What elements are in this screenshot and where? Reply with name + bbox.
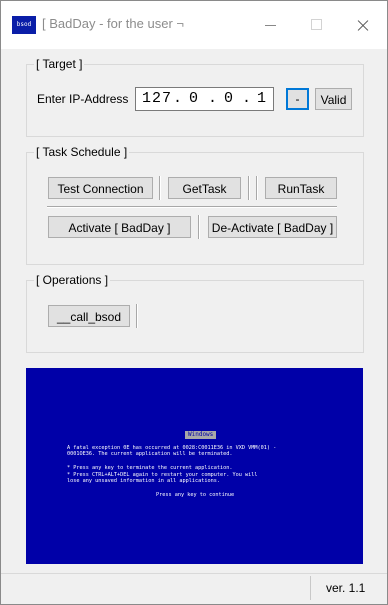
ip-dot: . — [242, 90, 252, 107]
operations-legend: [ Operations ] — [34, 273, 111, 287]
bsod-preview: Windows A fatal exception 0E has occurre… — [26, 368, 363, 564]
ip-address-label: Enter IP-Address — [37, 92, 129, 106]
bsod-text-line: * Press any key to terminate the current… — [67, 465, 233, 471]
ip-dot: . — [208, 90, 218, 107]
separator — [256, 176, 258, 200]
call-bsod-button[interactable]: __call_bsod — [48, 305, 130, 327]
separator — [47, 206, 337, 208]
deactivate-button[interactable]: De-Activate [ BadDay ] — [208, 216, 337, 238]
ip-dot: . — [173, 90, 183, 107]
ip-octet-2[interactable]: 0 — [189, 90, 199, 107]
minimize-button[interactable] — [248, 9, 294, 41]
separator — [248, 176, 250, 200]
app-icon: bsod — [12, 16, 36, 34]
close-button[interactable] — [340, 9, 386, 41]
bsod-title: Windows — [185, 431, 217, 439]
dash-button[interactable]: - — [286, 88, 309, 110]
bsod-text-line: 0001OE36. The current application will b… — [67, 451, 233, 457]
ip-octet-3[interactable]: 0 — [224, 90, 234, 107]
ip-octet-1[interactable]: 127 — [142, 90, 172, 107]
ip-octet-4[interactable]: 1 — [257, 90, 267, 107]
status-bar: ver. 1.1 — [1, 573, 387, 604]
task-schedule-legend: [ Task Schedule ] — [34, 145, 130, 159]
bsod-text-line: lose any unsaved information in all appl… — [67, 478, 221, 484]
target-legend: [ Target ] — [34, 57, 85, 71]
activate-button[interactable]: Activate [ BadDay ] — [48, 216, 191, 238]
separator — [159, 176, 161, 200]
run-task-button[interactable]: RunTask — [265, 177, 337, 199]
ip-address-input[interactable]: 127 . 0 . 0 . 1 — [135, 87, 274, 111]
separator — [136, 304, 138, 328]
title-bar[interactable]: bsod [ BadDay - for the user ¬ — [1, 1, 387, 49]
window-title: [ BadDay - for the user ¬ — [42, 16, 184, 31]
test-connection-button[interactable]: Test Connection — [48, 177, 153, 199]
separator — [198, 215, 200, 239]
main-window: bsod [ BadDay - for the user ¬ [ Target … — [0, 0, 388, 605]
bsod-text-line: Press any key to continue — [156, 492, 235, 498]
status-separator — [310, 576, 311, 600]
version-label: ver. 1.1 — [326, 581, 366, 595]
task-schedule-group — [26, 152, 364, 265]
maximize-button[interactable] — [294, 9, 340, 41]
valid-button[interactable]: Valid — [315, 88, 352, 110]
get-task-button[interactable]: GetTask — [168, 177, 241, 199]
